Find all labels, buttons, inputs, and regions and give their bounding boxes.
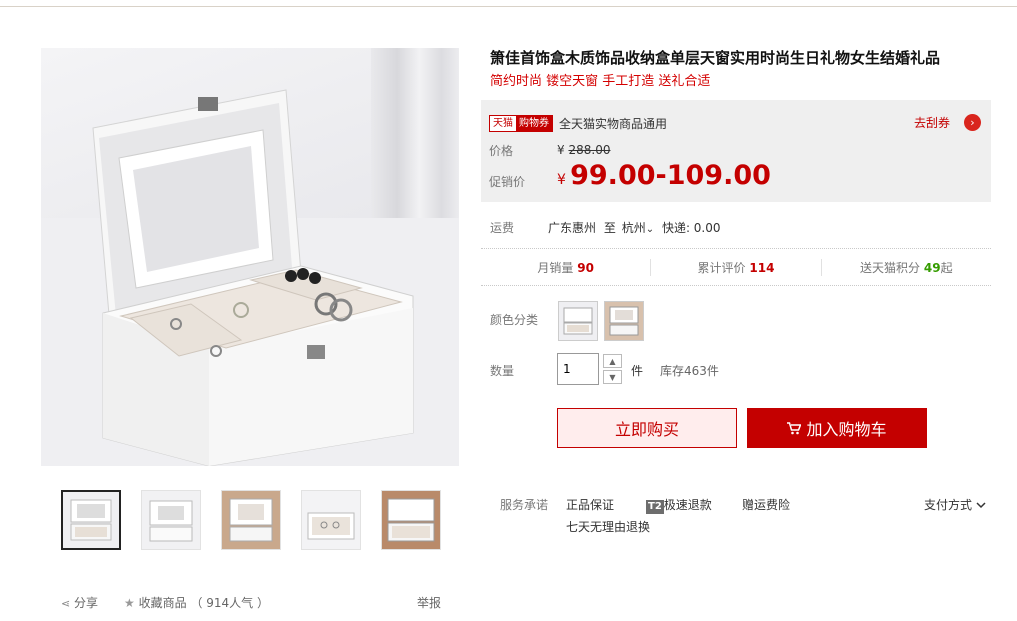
share-link[interactable]: ⋖ 分享	[61, 594, 98, 611]
share-icon: ⋖	[61, 597, 71, 610]
thumbnail-4-image	[302, 491, 360, 549]
t2-badge: T2	[646, 500, 664, 514]
ship-to-selector[interactable]: 杭州⌄	[622, 221, 658, 235]
product-title: 箫佳首饰盒木质饰品收纳盒单层天窗实用时尚生日礼物女生结婚礼品	[490, 49, 941, 67]
ship-to-word: 至	[603, 221, 616, 235]
add-to-cart-button[interactable]: 加入购物车	[747, 408, 927, 448]
review-count-label: 累计评价	[697, 261, 746, 275]
color-swatch-2-image	[605, 302, 643, 340]
color-option-label: 颜色分类	[490, 313, 539, 327]
thumbnail-1-image	[63, 492, 119, 548]
quantity-unit: 件	[631, 364, 644, 378]
quantity-increase-button[interactable]: ▲	[603, 354, 622, 368]
stats-row: 月销量 90 累计评价 114 送天猫积分 49起	[481, 259, 991, 276]
original-price-label: 价格	[489, 144, 514, 158]
coupon-tag-shopping: 购物券	[516, 116, 552, 131]
original-price-value: 288.00	[568, 143, 611, 157]
monthly-sales-label: 月销量	[537, 261, 574, 275]
product-subtitle: 简约时尚 镂空天窗 手工打造 送礼合适	[490, 74, 711, 89]
chevron-down-icon: ⌄	[645, 224, 655, 235]
review-count[interactable]: 累计评价 114	[650, 259, 820, 276]
main-product-image[interactable]	[41, 48, 459, 466]
stock-count: 库存463件	[660, 364, 719, 378]
freight-info: 广东惠州 至 杭州⌄ 快递: 0.00	[548, 219, 721, 236]
thumbnail-4[interactable]	[301, 490, 361, 550]
cart-icon	[787, 421, 802, 435]
thumbnail-5-image	[382, 491, 440, 549]
buy-now-button[interactable]: 立即购买	[557, 408, 737, 448]
freight-row: 运费 广东惠州 至 杭州⌄ 快递: 0.00	[490, 219, 721, 236]
divider-top	[481, 248, 991, 249]
ship-to-city: 杭州	[621, 221, 646, 235]
caret-down-icon: ▼	[609, 372, 616, 382]
buy-now-label: 立即购买	[614, 420, 679, 439]
thumbnail-1[interactable]	[61, 490, 121, 550]
coupon-row: 天猫 购物券 全天猫实物商品通用	[489, 115, 667, 132]
original-price: ¥ 288.00	[557, 143, 610, 157]
service-fast-refund[interactable]: T2 极速退款	[646, 496, 712, 514]
payment-methods-toggle[interactable]: 支付方式	[924, 496, 986, 513]
star-icon: ★	[124, 596, 135, 610]
tmall-points[interactable]: 送天猫积分 49起	[820, 259, 991, 276]
thumbnail-2-image	[142, 491, 200, 549]
tmall-points-value: 49	[923, 261, 941, 275]
service-seven-day-return[interactable]: 七天无理由退换	[566, 518, 650, 535]
quantity-label: 数量	[490, 364, 515, 378]
favorite-label: 收藏商品	[138, 596, 187, 610]
divider-bottom	[481, 285, 991, 286]
service-genuine[interactable]: 正品保证	[566, 496, 614, 513]
jewelry-box-illustration	[41, 89, 459, 466]
coupon-tag-tmall: 天猫	[490, 116, 516, 131]
monthly-sales-value: 90	[577, 261, 594, 275]
price-panel: 天猫 购物券 全天猫实物商品通用 去刮券 › 价格 ¥ 288.00 促销价 ¥…	[481, 100, 991, 202]
tmall-coupon-badge: 天猫 购物券	[489, 115, 553, 132]
payment-methods-label: 支付方式	[923, 498, 972, 512]
color-swatch-1[interactable]	[558, 301, 598, 341]
tmall-points-label: 送天猫积分	[860, 261, 921, 275]
promo-price-currency: ¥	[557, 172, 566, 188]
color-swatch-2[interactable]	[604, 301, 644, 341]
caret-up-icon: ▲	[609, 356, 616, 366]
top-divider	[0, 6, 1017, 7]
freight-label: 运费	[490, 221, 515, 235]
original-price-currency: ¥	[557, 143, 565, 157]
report-link[interactable]: 举报	[417, 594, 441, 611]
chevron-right-icon: ›	[964, 114, 981, 131]
service-freight-insurance[interactable]: 赠运费险	[742, 496, 790, 513]
promo-price: ¥ 99.00-109.00	[557, 160, 771, 191]
quantity-input[interactable]	[557, 353, 599, 385]
promo-price-value: 99.00-109.00	[570, 160, 771, 191]
thumbnail-strip	[61, 490, 461, 550]
review-count-value: 114	[749, 261, 775, 275]
monthly-sales: 月销量 90	[481, 259, 650, 276]
color-swatch-1-image	[559, 302, 597, 340]
thumbnail-2[interactable]	[141, 490, 201, 550]
thumbnail-3-image	[222, 491, 280, 549]
quantity-decrease-button[interactable]: ▼	[603, 370, 622, 384]
coupon-description: 全天猫实物商品通用	[559, 117, 668, 131]
share-label: 分享	[74, 596, 99, 610]
popularity-count: （ 914人气 ）	[190, 596, 269, 610]
tmall-points-suffix: 起	[940, 261, 953, 275]
thumbnail-5[interactable]	[381, 490, 441, 550]
freight-fee: 快递: 0.00	[661, 221, 721, 235]
chevron-down-icon	[976, 498, 986, 512]
get-coupon-link[interactable]: 去刮券 ›	[914, 114, 981, 131]
add-to-cart-label: 加入购物车	[806, 420, 887, 439]
thumbnail-3[interactable]	[221, 490, 281, 550]
fast-refund-label: 极速退款	[663, 498, 712, 512]
get-coupon-label: 去刮券	[913, 116, 950, 130]
ship-from: 广东惠州	[548, 221, 597, 235]
service-label: 服务承诺	[500, 498, 549, 512]
favorite-link[interactable]: ★ 收藏商品 （ 914人气 ）	[124, 594, 269, 611]
promo-price-label: 促销价	[489, 175, 526, 189]
